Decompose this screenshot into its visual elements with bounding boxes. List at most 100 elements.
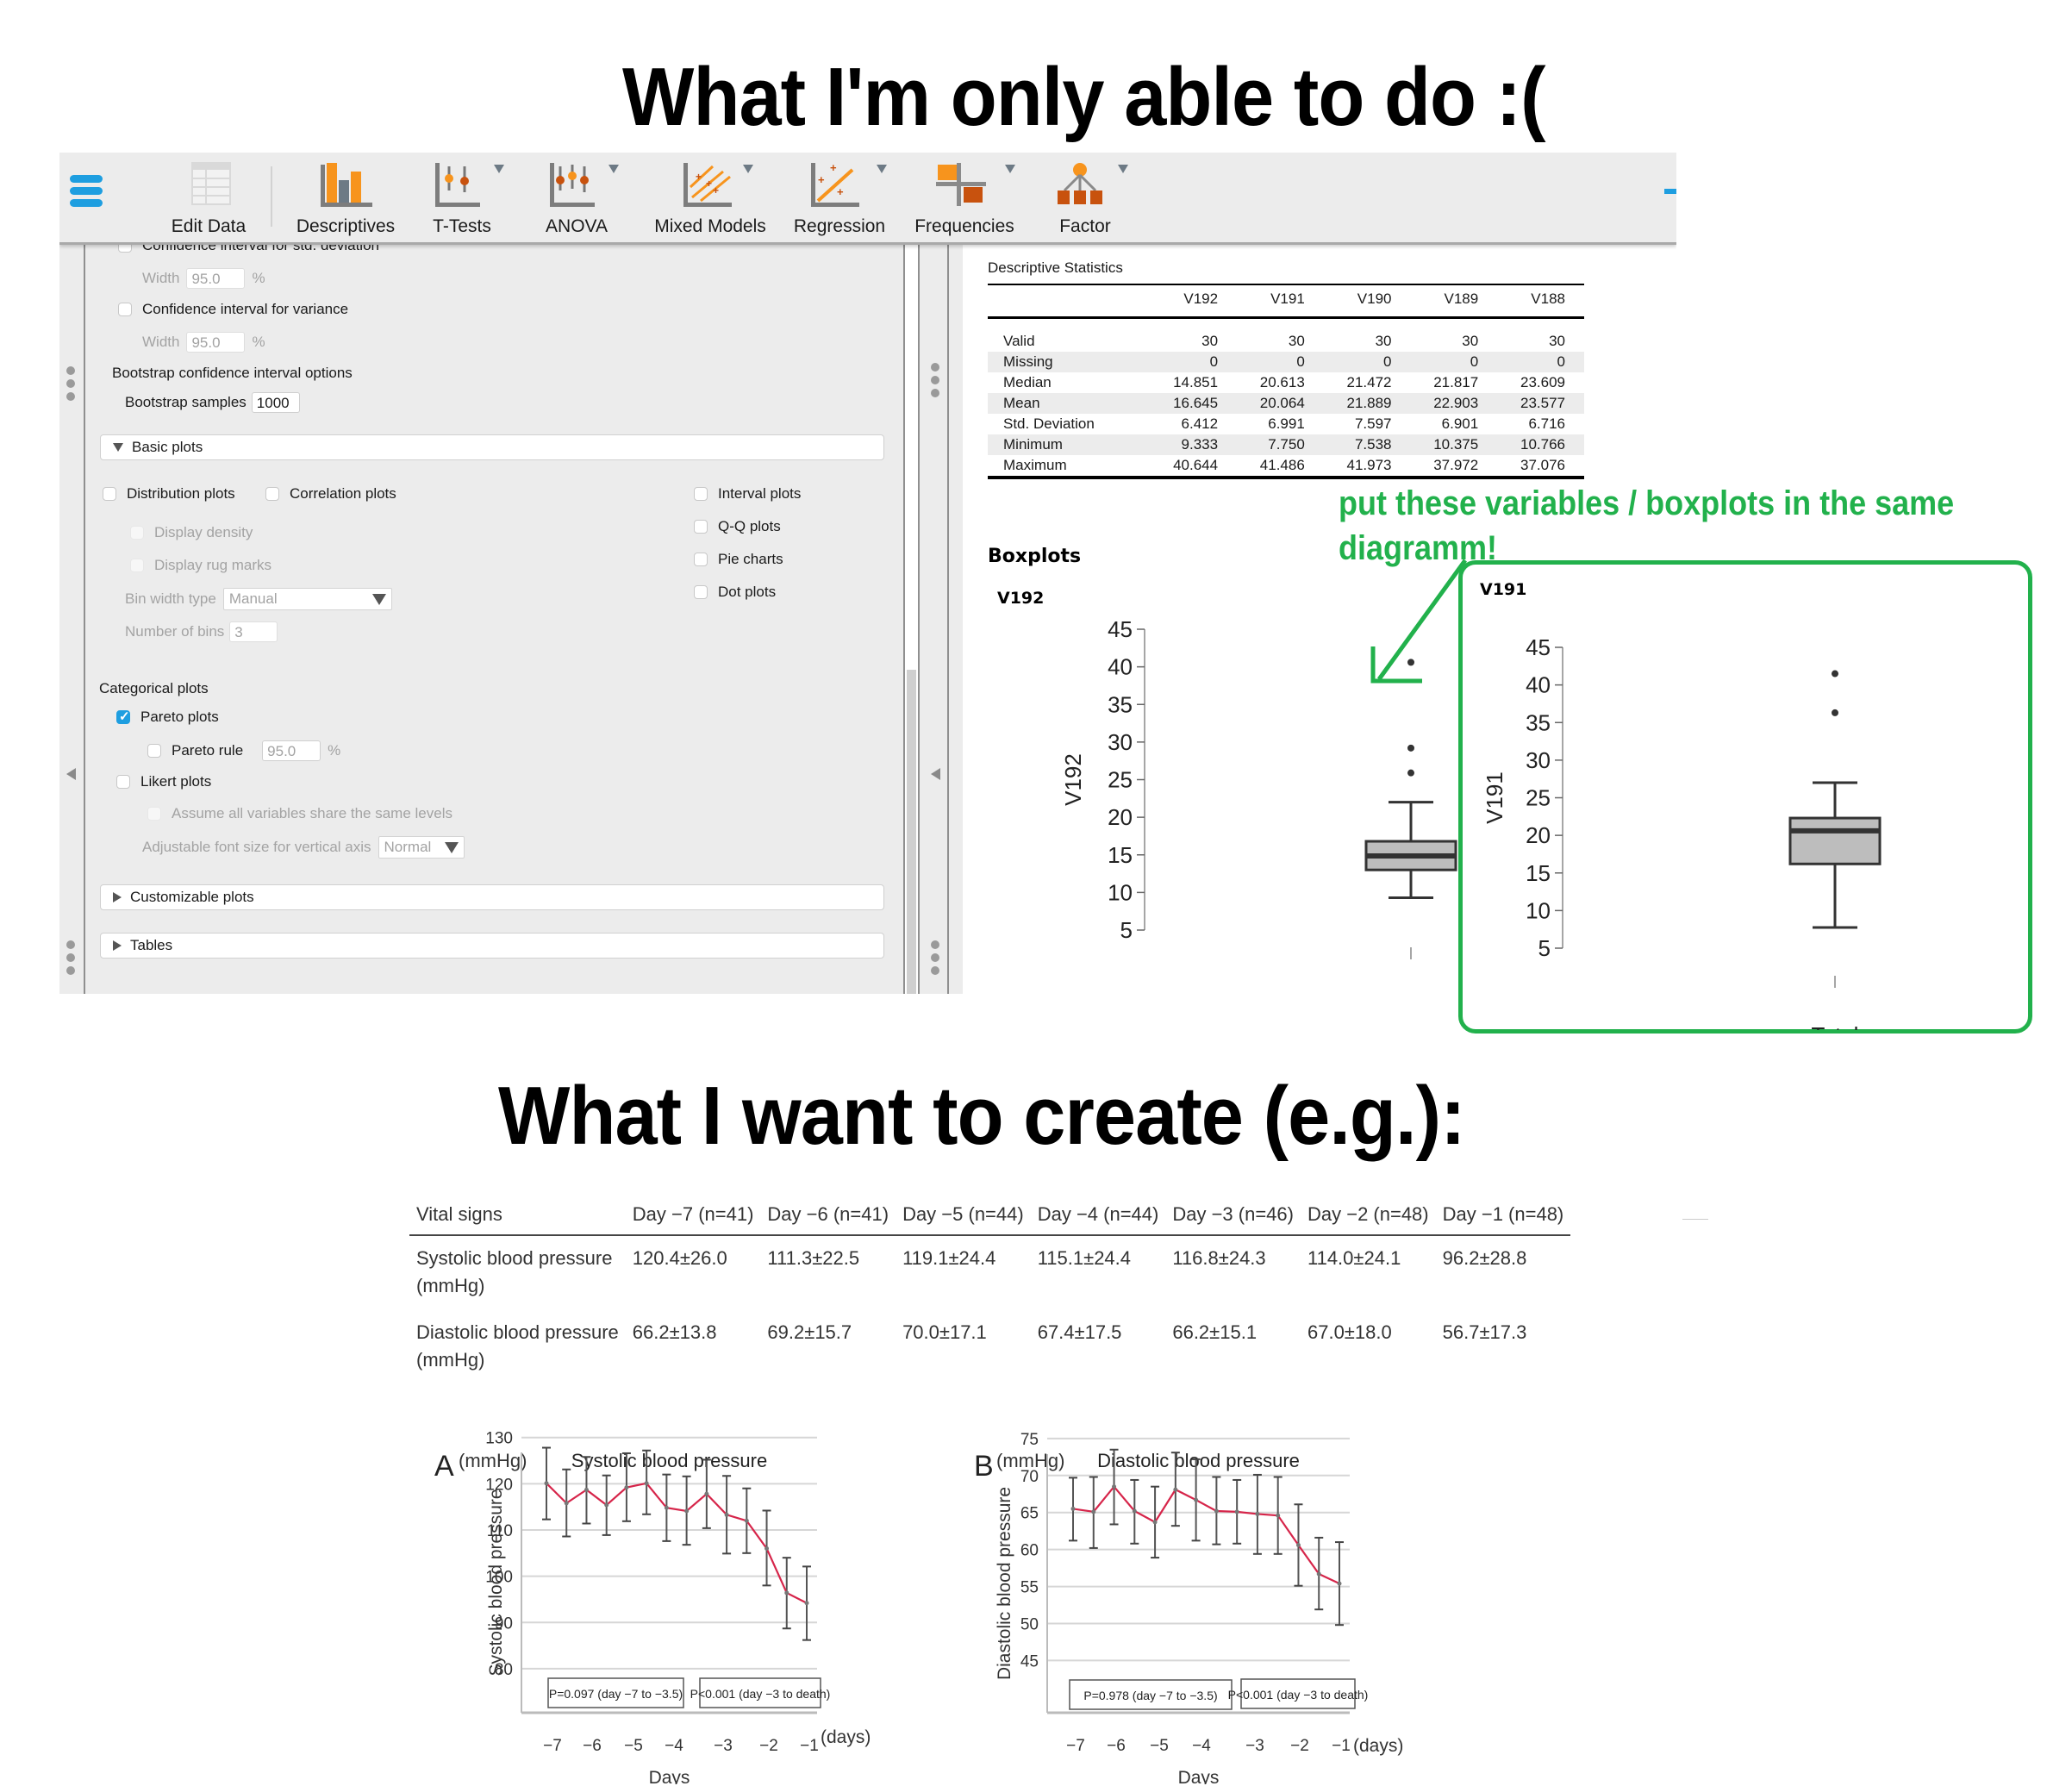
options-scrollbar[interactable] bbox=[903, 242, 920, 994]
column-header: V190 bbox=[1323, 284, 1411, 319]
basic-plots-section-header[interactable]: Basic plots bbox=[100, 434, 884, 460]
row-label: Valid bbox=[1003, 333, 1035, 349]
table-cell: 20.613 bbox=[1259, 374, 1305, 390]
customizable-plots-section-header[interactable]: Customizable plots bbox=[100, 884, 884, 910]
checkbox[interactable] bbox=[147, 807, 161, 821]
option-label: Pie charts bbox=[718, 551, 783, 567]
display-density-checkbox[interactable]: Display density bbox=[130, 524, 253, 541]
toolbar-t-tests-button[interactable]: T-Tests bbox=[415, 161, 509, 239]
analysis-options-panel: Confidence interval for std. deviation W… bbox=[59, 237, 901, 994]
tables-section-header[interactable]: Tables bbox=[100, 933, 884, 959]
y-tick-label: 50 bbox=[1020, 1615, 1039, 1633]
table-cell: 40.644 bbox=[1150, 455, 1238, 479]
row-label: Std. Deviation bbox=[1003, 415, 1095, 432]
table-cell: 66.2±13.8 bbox=[632, 1321, 717, 1343]
number-of-bins-input[interactable]: 3 bbox=[229, 621, 278, 642]
chevron-down-icon[interactable] bbox=[1005, 165, 1015, 173]
data-point bbox=[584, 1487, 589, 1492]
y-axis-label: Systolic blood pressure bbox=[486, 1489, 506, 1676]
section-label: Customizable plots bbox=[130, 889, 254, 905]
pareto-rule-checkbox[interactable]: Pareto rule 95.0 % bbox=[147, 740, 340, 761]
checkbox[interactable] bbox=[694, 487, 708, 501]
toolbar-regression-button[interactable]: + + + Regression bbox=[783, 161, 896, 239]
dot-plots-checkbox[interactable]: Dot plots bbox=[694, 584, 776, 601]
anova-icon bbox=[550, 163, 595, 207]
descriptive-statistics-title: Descriptive Statistics bbox=[988, 259, 1123, 276]
panel-splitter[interactable] bbox=[923, 242, 949, 994]
option-label: Interval plots bbox=[718, 485, 802, 502]
x-unit-label: (days) bbox=[1353, 1736, 1403, 1756]
table-row: Missing 0 0 0 0 0 bbox=[988, 352, 1584, 372]
scrollbar-thumb[interactable] bbox=[907, 670, 916, 994]
drag-handle-icon[interactable] bbox=[66, 366, 77, 405]
data-point bbox=[784, 1590, 789, 1596]
checkbox[interactable] bbox=[265, 487, 279, 501]
drag-handle-icon[interactable] bbox=[931, 940, 941, 979]
table-cell: 0 bbox=[1150, 352, 1238, 372]
checkbox[interactable] bbox=[694, 553, 708, 566]
checkbox[interactable] bbox=[116, 775, 130, 789]
toolbar-frequencies-button[interactable]: Frequencies bbox=[908, 161, 1020, 239]
chevron-down-icon[interactable] bbox=[1118, 165, 1128, 173]
collapse-left-icon[interactable] bbox=[931, 768, 940, 780]
width-input[interactable]: 95.0 bbox=[186, 332, 246, 353]
toolbar-factor-button[interactable]: Factor bbox=[1033, 161, 1137, 239]
table-cell: 30 bbox=[1549, 333, 1565, 349]
toolbar-descriptives-button[interactable]: Descriptives bbox=[285, 161, 406, 239]
toolbar-edit-data-button[interactable]: Edit Data bbox=[153, 161, 265, 239]
distribution-plots-checkbox[interactable]: Distribution plots bbox=[103, 485, 235, 503]
interval-plots-checkbox[interactable]: Interval plots bbox=[694, 485, 801, 503]
field-label: Width bbox=[142, 270, 180, 286]
checkbox-checked[interactable] bbox=[116, 709, 130, 724]
checkbox[interactable] bbox=[130, 559, 144, 572]
checkbox[interactable] bbox=[694, 520, 708, 534]
y-axis-label: V192 bbox=[1060, 753, 1086, 806]
drag-handle-icon[interactable] bbox=[931, 363, 941, 402]
bin-width-type-select[interactable]: Manual bbox=[222, 588, 392, 610]
ci-std-deviation-width-field: Width 95.0 % bbox=[142, 268, 265, 289]
data-point bbox=[724, 1512, 729, 1517]
collapse-left-icon[interactable] bbox=[66, 768, 76, 780]
pareto-plots-checkbox[interactable]: Pareto plots bbox=[116, 709, 219, 726]
y-axis-label: Diastolic blood pressure bbox=[995, 1487, 1014, 1680]
toolbar-mixed-models-button[interactable]: + + + Mixed Models bbox=[650, 161, 771, 239]
chevron-down-icon[interactable] bbox=[743, 165, 753, 173]
heading-what-im-able-to-do: What I'm only able to do :( bbox=[622, 51, 1546, 143]
checkbox[interactable] bbox=[130, 526, 144, 540]
table-row: Systolic blood pressure (mmHg) 120.4±26.0 1… bbox=[409, 1235, 1570, 1310]
width-input[interactable]: 95.0 bbox=[186, 268, 246, 289]
checkbox[interactable] bbox=[694, 585, 708, 599]
assume-same-levels-checkbox[interactable]: Assume all variables share the same leve… bbox=[147, 805, 452, 822]
correlation-plots-checkbox[interactable]: Correlation plots bbox=[265, 485, 396, 503]
display-rug-marks-checkbox[interactable]: Display rug marks bbox=[130, 557, 271, 574]
drag-handle-icon[interactable] bbox=[66, 940, 77, 979]
ci-variance-checkbox[interactable]: Confidence interval for variance bbox=[118, 301, 348, 318]
font-size-select[interactable]: Normal bbox=[378, 836, 465, 859]
data-point bbox=[1132, 1508, 1137, 1514]
checkbox[interactable] bbox=[118, 303, 132, 316]
chevron-down-icon[interactable] bbox=[608, 165, 619, 173]
field-label: Width bbox=[142, 334, 180, 350]
row-label: Minimum bbox=[988, 434, 1151, 455]
x-tick-label: −7 bbox=[543, 1737, 562, 1755]
table-cell: 7.597 bbox=[1354, 415, 1392, 432]
toolbar-anova-button[interactable]: ANOVA bbox=[529, 161, 624, 239]
hamburger-menu-icon[interactable] bbox=[70, 175, 103, 213]
checkbox[interactable] bbox=[103, 487, 116, 501]
chevron-down-icon[interactable] bbox=[877, 165, 887, 173]
data-point bbox=[1091, 1509, 1096, 1514]
data-point bbox=[1070, 1506, 1076, 1511]
checkbox[interactable] bbox=[147, 744, 161, 758]
pie-charts-checkbox[interactable]: Pie charts bbox=[694, 551, 783, 568]
table-row: Valid 30 30 30 30 30 bbox=[988, 331, 1584, 352]
qq-plots-checkbox[interactable]: Q-Q plots bbox=[694, 518, 781, 535]
data-point bbox=[664, 1505, 669, 1510]
chevron-down-icon[interactable] bbox=[494, 165, 504, 173]
pareto-rule-input[interactable]: 95.0 bbox=[262, 740, 321, 761]
bootstrap-samples-input[interactable]: 1000 bbox=[251, 392, 300, 413]
table-cell: 114.0±24.1 bbox=[1307, 1247, 1401, 1269]
likert-plots-checkbox[interactable]: Likert plots bbox=[116, 773, 211, 790]
outlier-point bbox=[1832, 709, 1838, 716]
svg-text:+: + bbox=[696, 171, 702, 183]
annotation-line-1: put these variables / boxplots in the sa… bbox=[1339, 484, 1955, 522]
